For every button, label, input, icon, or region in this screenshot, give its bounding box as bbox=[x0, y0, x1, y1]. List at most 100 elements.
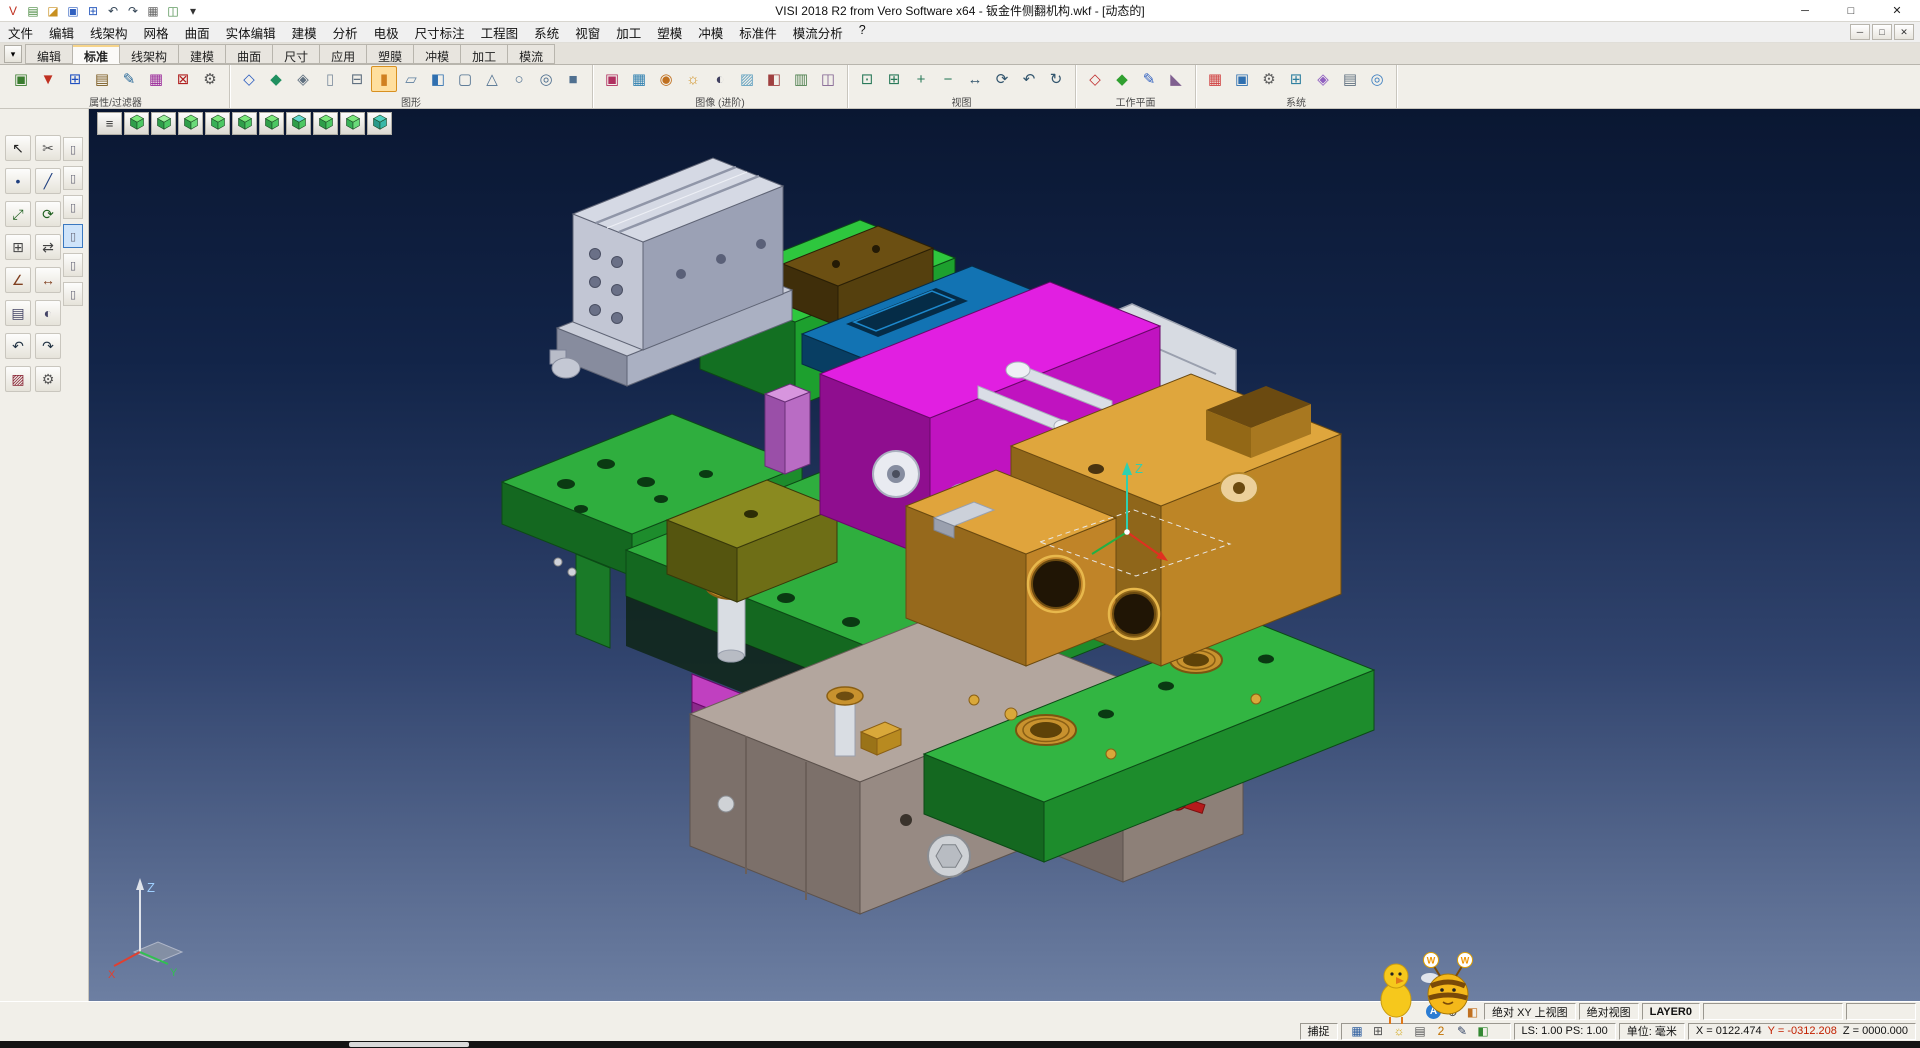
mdi-minimize-button[interactable]: ─ bbox=[1850, 24, 1870, 40]
grid-icon[interactable]: ⊞ bbox=[1283, 66, 1309, 92]
line-icon[interactable]: ╱ bbox=[35, 168, 61, 194]
dock-tab-2[interactable]: ▯ bbox=[63, 166, 83, 190]
shadow-icon[interactable]: ◐ bbox=[707, 66, 733, 92]
cad-assembly[interactable]: Z Z X Y bbox=[89, 109, 1920, 1001]
lighting-icon[interactable]: ☼ bbox=[680, 66, 706, 92]
workbench-tab[interactable]: 加工 bbox=[461, 44, 508, 64]
previous-view-icon[interactable]: ↶ bbox=[1016, 66, 1042, 92]
filter-add-icon[interactable]: ⊞ bbox=[62, 66, 88, 92]
dock-tab-4[interactable]: ▯ bbox=[63, 224, 83, 248]
visibility-icon[interactable]: ◐ bbox=[35, 300, 61, 326]
wireframe-icon[interactable]: ◇ bbox=[236, 66, 262, 92]
background-icon[interactable]: ▥ bbox=[788, 66, 814, 92]
measure-icon[interactable]: ∠ bbox=[5, 267, 31, 293]
mdi-close-button[interactable]: ✕ bbox=[1894, 24, 1914, 40]
menu-item[interactable]: 分析 bbox=[325, 21, 366, 44]
drawing-sheet-icon[interactable]: ▯ bbox=[317, 66, 343, 92]
capture-icon[interactable]: ◫ bbox=[164, 2, 182, 20]
menu-item[interactable]: 曲面 bbox=[177, 21, 218, 44]
zoom-window-icon[interactable]: ⊡ bbox=[854, 66, 880, 92]
menu-item[interactable]: 视窗 bbox=[567, 21, 608, 44]
options-gear-icon[interactable]: ⚙ bbox=[1256, 66, 1282, 92]
shaded-icon[interactable]: ◆ bbox=[263, 66, 289, 92]
pan-icon[interactable]: ↔ bbox=[962, 66, 988, 92]
redo-tool-icon[interactable]: ↷ bbox=[35, 333, 61, 359]
menu-item[interactable]: 工程图 bbox=[473, 21, 527, 44]
save-all-icon[interactable]: ⊞ bbox=[84, 2, 102, 20]
workbench-tab[interactable]: 编辑 bbox=[25, 44, 73, 64]
filter-settings-icon[interactable]: ⚙ bbox=[197, 66, 223, 92]
snap-cell[interactable]: 捕捉 bbox=[1300, 1023, 1338, 1040]
menu-item[interactable]: 冲模 bbox=[690, 21, 731, 44]
texture-icon[interactable]: ▦ bbox=[626, 66, 652, 92]
menu-item[interactable]: ? bbox=[851, 21, 874, 44]
tool-settings-icon[interactable]: ⚙ bbox=[35, 366, 61, 392]
menu-item[interactable]: 电极 bbox=[366, 21, 407, 44]
render-icon[interactable]: ▣ bbox=[599, 66, 625, 92]
layer-cell[interactable]: LAYER0 bbox=[1642, 1003, 1700, 1020]
zoom-fit-icon[interactable]: ⊞ bbox=[881, 66, 907, 92]
quick-access-dropdown-icon[interactable]: ▾ bbox=[184, 2, 202, 20]
about-icon[interactable]: ◎ bbox=[1364, 66, 1390, 92]
print-icon[interactable]: ▦ bbox=[144, 2, 162, 20]
menu-item[interactable]: 标准件 bbox=[731, 21, 785, 44]
dimension-icon[interactable]: ↔ bbox=[35, 267, 61, 293]
workbench-tab[interactable]: 尺寸 bbox=[273, 44, 320, 64]
select-arrow-icon[interactable]: ↖ bbox=[5, 135, 31, 161]
filter-layers-icon[interactable]: ▤ bbox=[89, 66, 115, 92]
workbench-tab[interactable]: 应用 bbox=[320, 44, 367, 64]
zoom-in-icon[interactable]: + bbox=[908, 66, 934, 92]
redo-icon[interactable]: ↷ bbox=[124, 2, 142, 20]
trim-scissors-icon[interactable]: ✂ bbox=[35, 135, 61, 161]
point-icon[interactable]: • bbox=[5, 168, 31, 194]
filter-funnel-icon[interactable]: ▼ bbox=[35, 66, 61, 92]
snapshot-icon[interactable]: ◫ bbox=[815, 66, 841, 92]
dock-tab-5[interactable]: ▯ bbox=[63, 253, 83, 277]
solid-entity-icon[interactable]: ■ bbox=[560, 66, 586, 92]
workbench-tab[interactable]: 模流 bbox=[508, 44, 555, 64]
group-entities-icon[interactable]: ⊟ bbox=[344, 66, 370, 92]
viewport-3d[interactable]: ≡ bbox=[89, 109, 1920, 1001]
maximize-button[interactable]: □ bbox=[1828, 0, 1874, 21]
menu-item[interactable]: 模流分析 bbox=[785, 21, 851, 44]
menu-item[interactable]: 加工 bbox=[608, 21, 649, 44]
workbench-tab[interactable]: 线架构 bbox=[120, 44, 179, 64]
menu-item[interactable]: 网格 bbox=[136, 21, 177, 44]
workbench-tab[interactable]: 塑膜 bbox=[367, 44, 414, 64]
workplane-xy-icon[interactable]: ◇ bbox=[1082, 66, 1108, 92]
menu-item[interactable]: 尺寸标注 bbox=[407, 21, 473, 44]
material-icon[interactable]: ◉ bbox=[653, 66, 679, 92]
snap-toggle-icon[interactable]: ▦ bbox=[1349, 1023, 1366, 1039]
rotate-view-icon[interactable]: ⟳ bbox=[989, 66, 1015, 92]
save-icon[interactable]: ▣ bbox=[64, 2, 82, 20]
copy-icon[interactable]: ⊞ bbox=[5, 234, 31, 260]
entity-properties-icon[interactable]: ▣ bbox=[8, 66, 34, 92]
open-folder-icon[interactable]: ◪ bbox=[44, 2, 62, 20]
minimize-button[interactable]: ─ bbox=[1782, 0, 1828, 21]
match-properties-icon[interactable]: ✎ bbox=[116, 66, 142, 92]
color-palette-icon[interactable]: ▦ bbox=[1202, 66, 1228, 92]
new-file-icon[interactable]: ▤ bbox=[24, 2, 42, 20]
sphere-entity-icon[interactable]: ○ bbox=[506, 66, 532, 92]
workplane-sketch-icon[interactable]: ✎ bbox=[1136, 66, 1162, 92]
shaded-edges-icon[interactable]: ▮ bbox=[371, 66, 397, 92]
menu-item[interactable]: 实体编辑 bbox=[218, 21, 284, 44]
cylinder-entity-icon[interactable]: ▢ bbox=[452, 66, 478, 92]
dock-tab-3[interactable]: ▯ bbox=[63, 195, 83, 219]
color-filter-icon[interactable]: ▦ bbox=[143, 66, 169, 92]
plane-entity-icon[interactable]: ▱ bbox=[398, 66, 424, 92]
section-view-icon[interactable]: ◧ bbox=[761, 66, 787, 92]
erase-icon[interactable]: ▨ bbox=[5, 366, 31, 392]
menu-item[interactable]: 线架构 bbox=[82, 21, 136, 44]
workbench-tab[interactable]: 建模 bbox=[179, 44, 226, 64]
workbench-tab[interactable]: 标准 bbox=[73, 44, 120, 64]
menu-item[interactable]: 建模 bbox=[284, 21, 325, 44]
database-icon[interactable]: ▤ bbox=[1337, 66, 1363, 92]
menu-item[interactable]: 编辑 bbox=[41, 21, 82, 44]
torus-entity-icon[interactable]: ◎ bbox=[533, 66, 559, 92]
absolute-view-cell[interactable]: 绝对视图 bbox=[1579, 1003, 1639, 1020]
dock-tab-6[interactable]: ▯ bbox=[63, 282, 83, 306]
undo-icon[interactable]: ↶ bbox=[104, 2, 122, 20]
menu-item[interactable]: 文件 bbox=[0, 21, 41, 44]
app-icon[interactable]: V bbox=[4, 2, 22, 20]
